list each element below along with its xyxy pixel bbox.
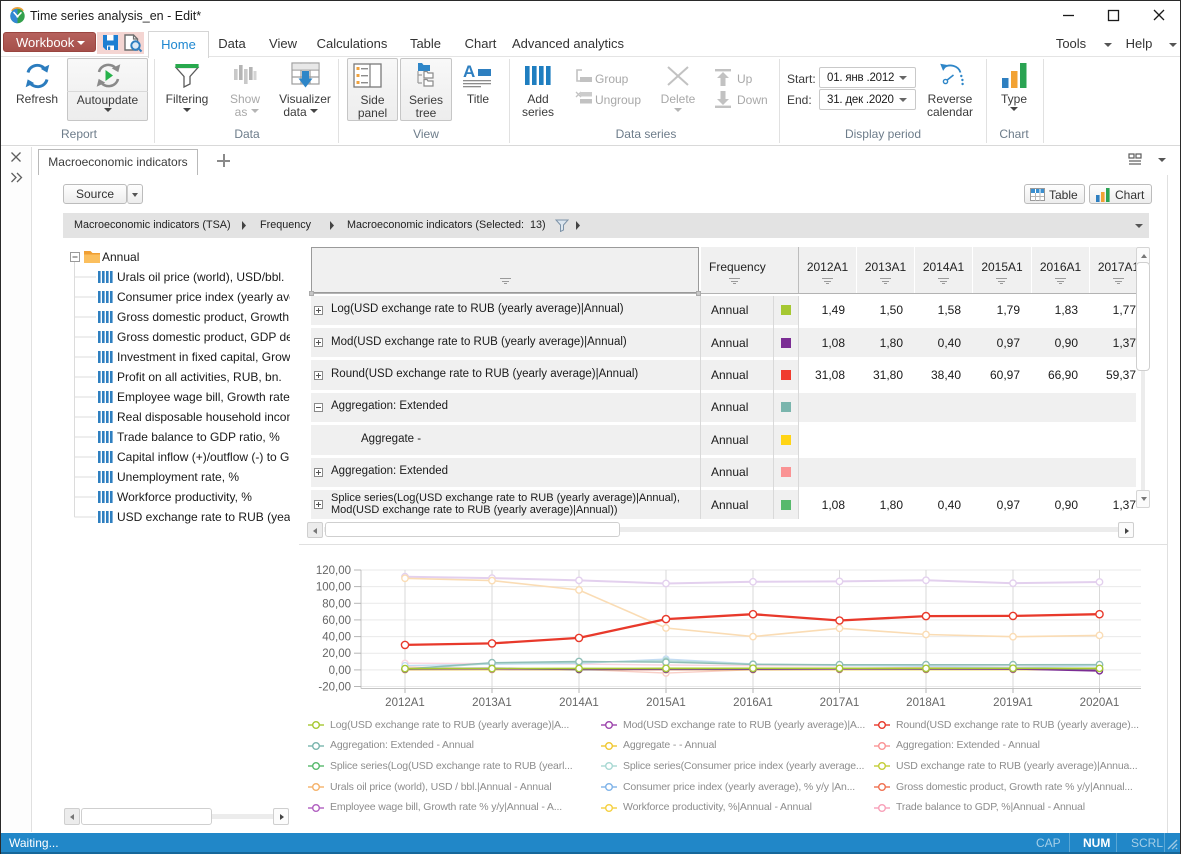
- svg-text:2019A1: 2019A1: [993, 697, 1033, 709]
- svg-text:2013A1: 2013A1: [472, 697, 512, 709]
- svg-text:2012A1: 2012A1: [385, 697, 425, 709]
- svg-text:60,00: 60,00: [322, 615, 351, 627]
- svg-text:100,00: 100,00: [316, 582, 351, 594]
- svg-text:80,00: 80,00: [322, 598, 351, 610]
- svg-text:120,00: 120,00: [316, 565, 351, 577]
- svg-text:2017A1: 2017A1: [820, 697, 860, 709]
- svg-text:2016A1: 2016A1: [733, 697, 773, 709]
- svg-text:2015A1: 2015A1: [646, 697, 686, 709]
- svg-text:A: A: [463, 63, 475, 81]
- svg-text:40,00: 40,00: [322, 632, 351, 644]
- svg-text:2018A1: 2018A1: [906, 697, 946, 709]
- svg-text:2020A1: 2020A1: [1080, 697, 1120, 709]
- svg-text:-20,00: -20,00: [318, 682, 351, 694]
- svg-text:0,00: 0,00: [329, 665, 351, 677]
- svg-text:20,00: 20,00: [322, 648, 351, 660]
- svg-text:2014A1: 2014A1: [559, 697, 599, 709]
